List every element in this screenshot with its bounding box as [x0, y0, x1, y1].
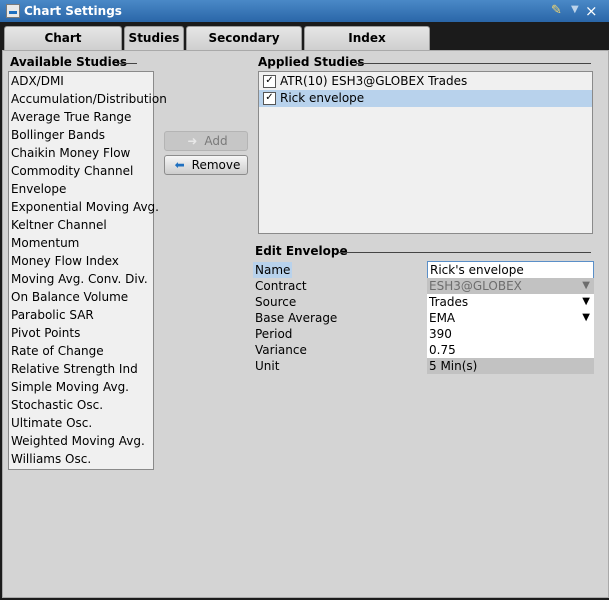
- title-controls: ✎ ▼ ×: [551, 2, 603, 20]
- tab-secondary-series[interactable]: Secondary Series: [186, 26, 302, 68]
- tab-studies[interactable]: Studies: [124, 26, 184, 52]
- list-item[interactable]: Keltner Channel: [11, 216, 107, 234]
- list-item[interactable]: Chaikin Money Flow: [11, 144, 130, 162]
- app-icon: [6, 4, 20, 18]
- edit-envelope-label: Edit Envelope: [255, 244, 348, 258]
- list-item[interactable]: Envelope: [11, 180, 66, 198]
- contract-label: Contract: [255, 279, 307, 293]
- period-row: Period 390: [255, 326, 595, 342]
- chart-settings-window: Chart Settings ✎ ▼ × Chart Parameters St…: [0, 0, 609, 600]
- title-bar[interactable]: Chart Settings ✎ ▼ ×: [0, 0, 609, 22]
- list-item[interactable]: Exponential Moving Avg.: [11, 198, 159, 216]
- base-average-row: Base Average EMA ▼: [255, 310, 595, 326]
- list-item[interactable]: Williams Osc.: [11, 450, 91, 468]
- name-row: Name Rick's envelope: [253, 261, 595, 279]
- base-average-value: EMA: [429, 311, 456, 325]
- list-item[interactable]: Money Flow Index: [11, 252, 119, 270]
- window-title: Chart Settings: [24, 4, 122, 18]
- section-divider: [356, 63, 591, 64]
- applied-studies-list[interactable]: ✓ ATR(10) ESH3@GLOBEX Trades ✓ Rick enve…: [258, 71, 593, 234]
- applied-studies-label: Applied Studies: [258, 55, 365, 69]
- checkbox[interactable]: ✓: [263, 92, 276, 105]
- contract-select[interactable]: ESH3@GLOBEX ▼: [427, 278, 594, 294]
- list-item[interactable]: On Balance Volume: [11, 288, 128, 306]
- chevron-down-icon[interactable]: ▼: [571, 4, 579, 15]
- close-icon[interactable]: ×: [585, 2, 598, 20]
- list-item[interactable]: Bollinger Bands: [11, 126, 105, 144]
- unit-value[interactable]: 5 Min(s): [427, 358, 594, 374]
- name-input[interactable]: Rick's envelope: [427, 261, 594, 279]
- list-item[interactable]: ADX/DMI: [11, 72, 64, 90]
- arrow-right-icon: ➜: [187, 134, 198, 148]
- list-item[interactable]: Average True Range: [11, 108, 131, 126]
- period-input[interactable]: 390: [427, 326, 594, 342]
- contract-row: Contract ESH3@GLOBEX ▼: [255, 278, 595, 294]
- list-item[interactable]: Stochastic Osc.: [11, 396, 103, 414]
- tab-chart-parameters[interactable]: Chart Parameters: [4, 26, 122, 68]
- applied-study-row[interactable]: ✓ ATR(10) ESH3@GLOBEX Trades: [259, 73, 592, 90]
- unit-label: Unit: [255, 359, 280, 373]
- list-item[interactable]: Pivot Points: [11, 324, 80, 342]
- remove-button[interactable]: ⬅ Remove: [164, 155, 248, 175]
- unit-row: Unit 5 Min(s): [255, 358, 595, 374]
- base-average-label: Base Average: [255, 311, 338, 325]
- add-button-label: Add: [204, 134, 228, 148]
- arrow-left-icon: ⬅: [174, 158, 185, 172]
- variance-row: Variance 0.75: [255, 342, 595, 358]
- remove-button-label: Remove: [191, 158, 241, 172]
- pin-icon[interactable]: ✎: [551, 3, 562, 18]
- list-item[interactable]: Ultimate Osc.: [11, 414, 92, 432]
- tab-index-comparisons[interactable]: Index Comparisons: [304, 26, 430, 68]
- period-label: Period: [255, 327, 293, 341]
- dropdown-arrow-icon: ▼: [582, 296, 590, 307]
- available-studies-list[interactable]: ADX/DMI Accumulation/Distribution Average …: [8, 71, 167, 470]
- name-label: Name: [253, 262, 293, 278]
- section-divider: [117, 63, 137, 64]
- list-item[interactable]: Moving Avg. Conv. Div.: [11, 270, 148, 288]
- section-divider: [339, 252, 591, 253]
- base-average-select[interactable]: EMA ▼: [427, 310, 594, 326]
- list-item[interactable]: Momentum: [11, 234, 79, 252]
- list-item[interactable]: Relative Strength Ind: [11, 360, 138, 378]
- variance-label: Variance: [255, 343, 307, 357]
- checkbox[interactable]: ✓: [263, 75, 276, 88]
- source-select[interactable]: Trades ▼: [427, 294, 594, 310]
- list-item[interactable]: Commodity Channel: [11, 162, 133, 180]
- variance-input[interactable]: 0.75: [427, 342, 594, 358]
- dropdown-arrow-icon: ▼: [582, 312, 590, 323]
- tab-bar: Chart Parameters Studies Secondary Serie…: [2, 26, 607, 68]
- available-studies-label: Available Studies: [10, 55, 128, 69]
- source-row: Source Trades ▼: [255, 294, 595, 310]
- list-item[interactable]: Weighted Moving Avg.: [11, 432, 145, 450]
- dropdown-arrow-icon: ▼: [582, 280, 590, 291]
- list-item[interactable]: Simple Moving Avg.: [11, 378, 129, 396]
- contract-value: ESH3@GLOBEX: [429, 279, 522, 293]
- list-item[interactable]: Rate of Change: [11, 342, 104, 360]
- list-item[interactable]: Accumulation/Distribution: [11, 90, 167, 108]
- studies-panel: Available Studies ADX/DMI Accumulation/Di…: [2, 50, 609, 598]
- list-item[interactable]: Parabolic SAR: [11, 306, 94, 324]
- applied-study-label: ATR(10) ESH3@GLOBEX Trades: [280, 74, 468, 88]
- source-label: Source: [255, 295, 297, 309]
- applied-study-label: Rick envelope: [280, 91, 365, 105]
- source-value: Trades: [429, 295, 469, 309]
- applied-study-row[interactable]: ✓ Rick envelope: [259, 90, 592, 107]
- add-button[interactable]: ➜ Add: [164, 131, 248, 151]
